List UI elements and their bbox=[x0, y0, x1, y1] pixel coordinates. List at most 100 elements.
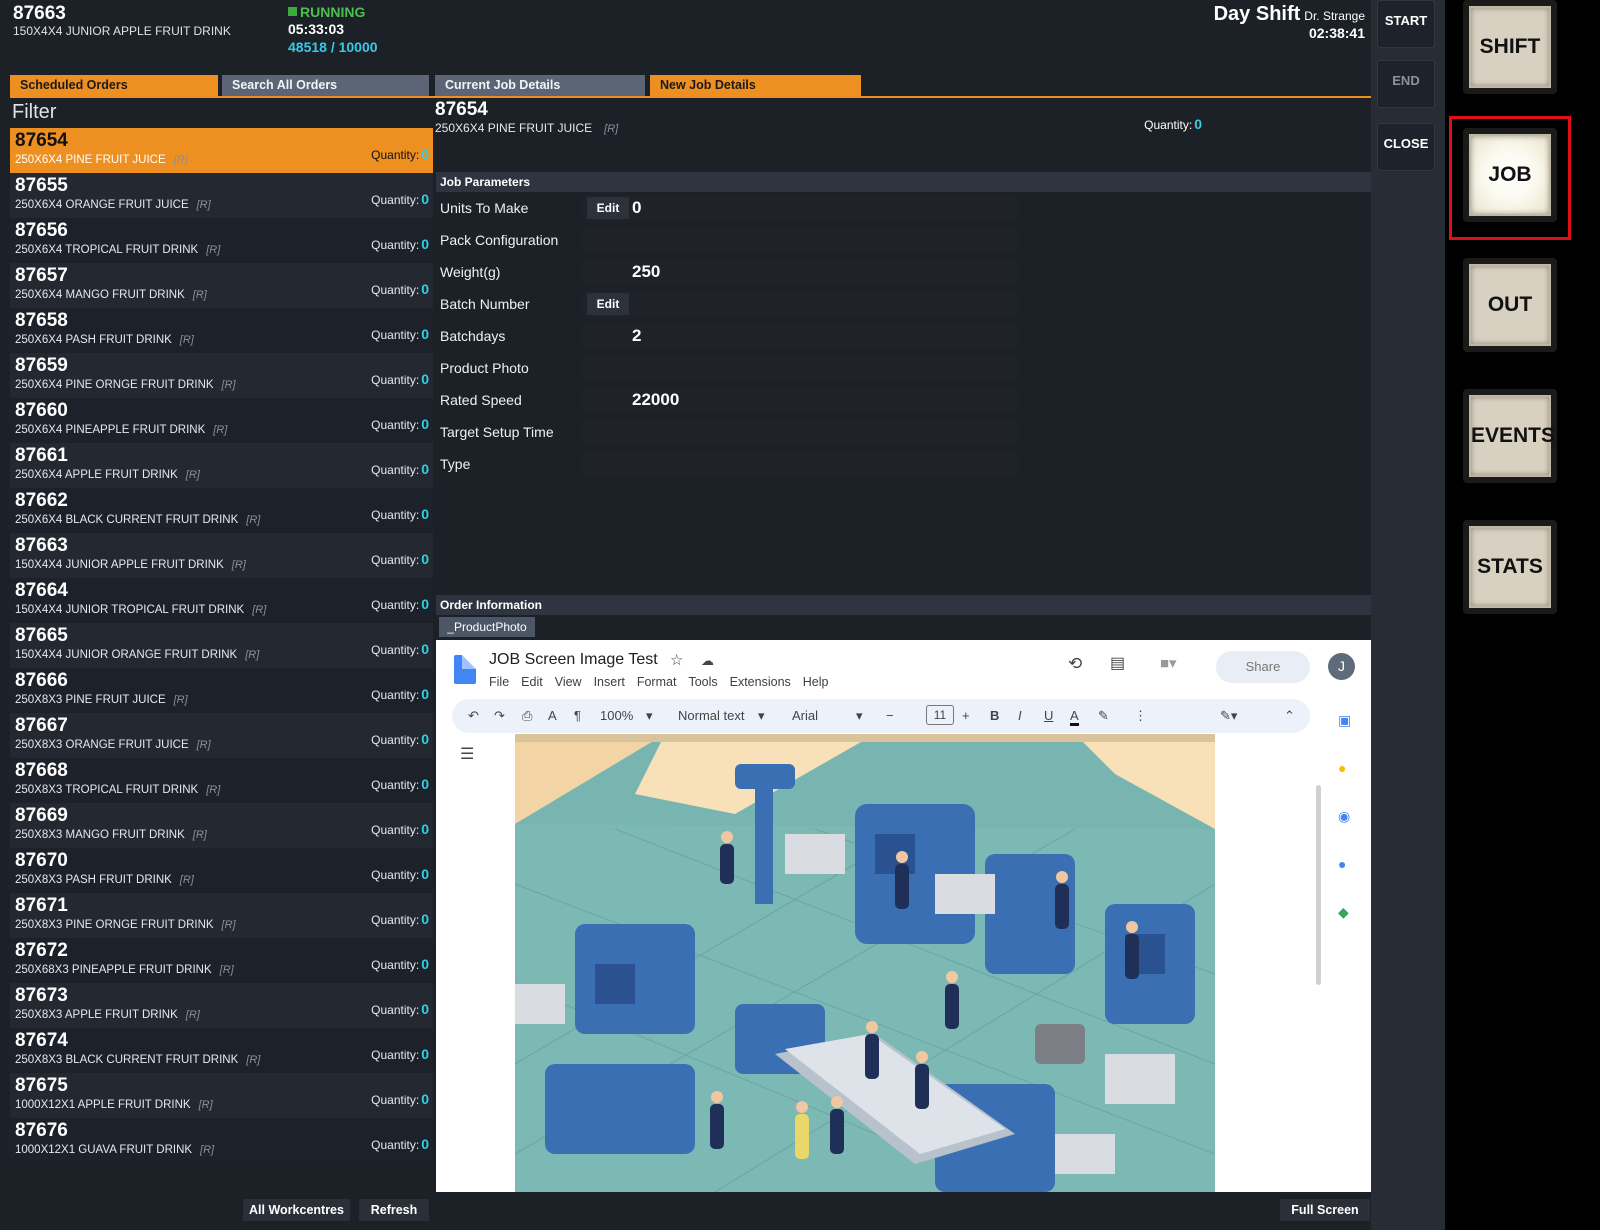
quantity-label: Quantity: bbox=[371, 283, 420, 297]
order-row[interactable]: 87671 250X8X3 PINE ORNGE FRUIT DRINK [R] Qu… bbox=[10, 893, 433, 938]
repeat-flag: [R] bbox=[219, 964, 234, 976]
zoom-select: 100% bbox=[600, 708, 634, 723]
order-quantity: Quantity: 0 bbox=[371, 371, 429, 387]
order-description: 250X68X3 PINEAPPLE FRUIT DRINK [R] bbox=[15, 964, 234, 976]
repeat-flag: [R] bbox=[246, 1054, 261, 1066]
factory-illustration bbox=[515, 734, 1215, 1192]
more-icon: ⋮ bbox=[1134, 708, 1147, 723]
order-description-text: 250X8X3 MANGO FRUIT DRINK bbox=[15, 829, 185, 841]
order-quantity: Quantity: 0 bbox=[371, 416, 429, 432]
tab-search-all-orders[interactable]: Search All Orders bbox=[222, 75, 429, 97]
order-row[interactable]: 87663 150X4X4 JUNIOR APPLE FRUIT DRINK [R]… bbox=[10, 533, 433, 578]
quantity-value: 0 bbox=[421, 731, 429, 747]
order-row[interactable]: 87666 250X8X3 PINE FRUIT JUICE [R] Quantity… bbox=[10, 668, 433, 713]
order-description: 250X8X3 TROPICAL FRUIT DRINK [R] bbox=[15, 784, 220, 796]
order-row[interactable]: 87674 250X8X3 BLACK CURRENT FRUIT DRINK [R… bbox=[10, 1028, 433, 1073]
repeat-flag: [R] bbox=[192, 829, 207, 841]
quantity-label: Quantity: bbox=[371, 553, 420, 567]
edit-button[interactable]: Edit bbox=[587, 293, 629, 315]
order-number: 87660 bbox=[15, 400, 68, 421]
order-row[interactable]: 87667 250X8X3 ORANGE FRUIT JUICE [R] Quanti… bbox=[10, 713, 433, 758]
events-button[interactable]: EVENTS bbox=[1463, 389, 1557, 483]
order-quantity: Quantity: 0 bbox=[371, 506, 429, 522]
order-number: 87657 bbox=[15, 265, 68, 286]
full-screen-button[interactable]: Full Screen bbox=[1280, 1199, 1370, 1221]
start-button[interactable]: START bbox=[1377, 0, 1435, 48]
order-row[interactable]: 87673 250X8X3 APPLE FRUIT DRINK [R] Quantit… bbox=[10, 983, 433, 1028]
doc-menu-item: Format bbox=[636, 675, 677, 689]
tab-new-job-details[interactable]: New Job Details bbox=[650, 75, 861, 97]
order-number: 87658 bbox=[15, 310, 68, 331]
repeat-flag: [R] bbox=[252, 604, 267, 616]
repeat-flag: [R] bbox=[196, 739, 211, 751]
quantity-value: 0 bbox=[421, 1046, 429, 1062]
quantity-label: Quantity: bbox=[371, 238, 420, 252]
order-description-text: 1000X12X1 APPLE FRUIT DRINK bbox=[15, 1099, 191, 1111]
order-row[interactable]: 87664 150X4X4 JUNIOR TROPICAL FRUIT DRINK… bbox=[10, 578, 433, 623]
quantity-label: Quantity: bbox=[371, 958, 420, 972]
quantity-value: 0 bbox=[421, 641, 429, 657]
refresh-button[interactable]: Refresh bbox=[359, 1199, 429, 1221]
order-number: 87675 bbox=[15, 1075, 68, 1096]
tab-current-job-details[interactable]: Current Job Details bbox=[435, 75, 645, 97]
order-description-text: 250X8X3 TROPICAL FRUIT DRINK bbox=[15, 784, 199, 796]
out-button[interactable]: OUT bbox=[1463, 258, 1557, 352]
quantity-value: 0 bbox=[421, 776, 429, 792]
quantity-value: 0 bbox=[421, 191, 429, 207]
order-description: 250X6X4 PINE ORNGE FRUIT DRINK [R] bbox=[15, 379, 236, 391]
order-description-text: 250X8X3 BLACK CURRENT FRUIT DRINK bbox=[15, 1054, 239, 1066]
stats-button[interactable]: STATS bbox=[1463, 520, 1557, 614]
order-number: 87656 bbox=[15, 220, 68, 241]
detail-quantity-value: 0 bbox=[1194, 116, 1202, 132]
maps-icon: ◆ bbox=[1338, 904, 1349, 920]
order-row[interactable]: 87668 250X8X3 TROPICAL FRUIT DRINK [R] Quan… bbox=[10, 758, 433, 803]
tab-scheduled-orders[interactable]: Scheduled Orders bbox=[10, 75, 218, 97]
order-description-text: 150X4X4 JUNIOR ORANGE FRUIT DRINK bbox=[15, 649, 238, 661]
order-number: 87666 bbox=[15, 670, 68, 691]
order-row[interactable]: 87665 150X4X4 JUNIOR ORANGE FRUIT DRINK [R… bbox=[10, 623, 433, 668]
collapse-icon: ⌃ bbox=[1284, 708, 1295, 723]
shift-button-label: SHIFT bbox=[1469, 6, 1551, 88]
order-row[interactable]: 87661 250X6X4 APPLE FRUIT DRINK [R] Quantit… bbox=[10, 443, 433, 488]
order-row[interactable]: 87654 250X6X4 PINE FRUIT JUICE [R] Quantity… bbox=[10, 128, 433, 173]
order-number: 87654 bbox=[15, 130, 68, 151]
tab-product-photo[interactable]: _ProductPhoto bbox=[439, 617, 535, 637]
order-quantity: Quantity: 0 bbox=[371, 281, 429, 297]
star-icon: ☆ bbox=[670, 652, 684, 669]
param-row: Weight(g) 250 bbox=[436, 258, 1020, 286]
order-description: 250X6X4 MANGO FRUIT DRINK [R] bbox=[15, 289, 207, 301]
order-row[interactable]: 87658 250X6X4 PASH FRUIT DRINK [R] Quantity… bbox=[10, 308, 433, 353]
edit-mode-icon: ✎▾ bbox=[1220, 708, 1238, 723]
quantity-value: 0 bbox=[421, 236, 429, 252]
order-row[interactable]: 87655 250X6X4 ORANGE FRUIT JUICE [R] Quanti… bbox=[10, 173, 433, 218]
order-row[interactable]: 87662 250X6X4 BLACK CURRENT FRUIT DRINK [R… bbox=[10, 488, 433, 533]
param-value-box bbox=[582, 227, 1018, 254]
out-button-label: OUT bbox=[1469, 264, 1551, 346]
quantity-value: 0 bbox=[421, 461, 429, 477]
order-row[interactable]: 87669 250X8X3 MANGO FRUIT DRINK [R] Quantit… bbox=[10, 803, 433, 848]
doc-scrollbar bbox=[1316, 785, 1321, 985]
close-button[interactable]: CLOSE bbox=[1377, 123, 1435, 171]
order-row[interactable]: 87660 250X6X4 PINEAPPLE FRUIT DRINK [R] Qua… bbox=[10, 398, 433, 443]
order-quantity: Quantity: 0 bbox=[371, 461, 429, 477]
quantity-value: 0 bbox=[421, 911, 429, 927]
order-description: 250X8X3 MANGO FRUIT DRINK [R] bbox=[15, 829, 207, 841]
order-row[interactable]: 87672 250X68X3 PINEAPPLE FRUIT DRINK [R] Qu… bbox=[10, 938, 433, 983]
order-description-text: 250X8X3 PASH FRUIT DRINK bbox=[15, 874, 172, 886]
order-list[interactable]: 87654 250X6X4 PINE FRUIT JUICE [R] Quantity… bbox=[10, 128, 433, 1173]
quantity-value: 0 bbox=[421, 326, 429, 342]
order-row[interactable]: 87670 250X8X3 PASH FRUIT DRINK [R] Quantity… bbox=[10, 848, 433, 893]
filter-input[interactable]: Filter bbox=[12, 101, 56, 124]
all-workcentres-button[interactable]: All Workcentres bbox=[243, 1199, 350, 1221]
edit-button[interactable]: Edit bbox=[587, 197, 629, 219]
param-label: Units To Make bbox=[440, 200, 529, 216]
order-row[interactable]: 87675 1000X12X1 APPLE FRUIT DRINK [R] Quant… bbox=[10, 1073, 433, 1118]
order-row[interactable]: 87656 250X6X4 TROPICAL FRUIT DRINK [R] Quan… bbox=[10, 218, 433, 263]
shift-button[interactable]: SHIFT bbox=[1463, 0, 1557, 94]
order-row[interactable]: 87659 250X6X4 PINE ORNGE FRUIT DRINK [R] Qu… bbox=[10, 353, 433, 398]
quantity-label: Quantity: bbox=[371, 193, 420, 207]
end-button[interactable]: END bbox=[1377, 60, 1435, 108]
order-row[interactable]: 87657 250X6X4 MANGO FRUIT DRINK [R] Quantit… bbox=[10, 263, 433, 308]
order-description: 150X4X4 JUNIOR ORANGE FRUIT DRINK [R] bbox=[15, 649, 259, 661]
order-row[interactable]: 87676 1000X12X1 GUAVA FRUIT DRINK [R] Quant… bbox=[10, 1118, 433, 1163]
